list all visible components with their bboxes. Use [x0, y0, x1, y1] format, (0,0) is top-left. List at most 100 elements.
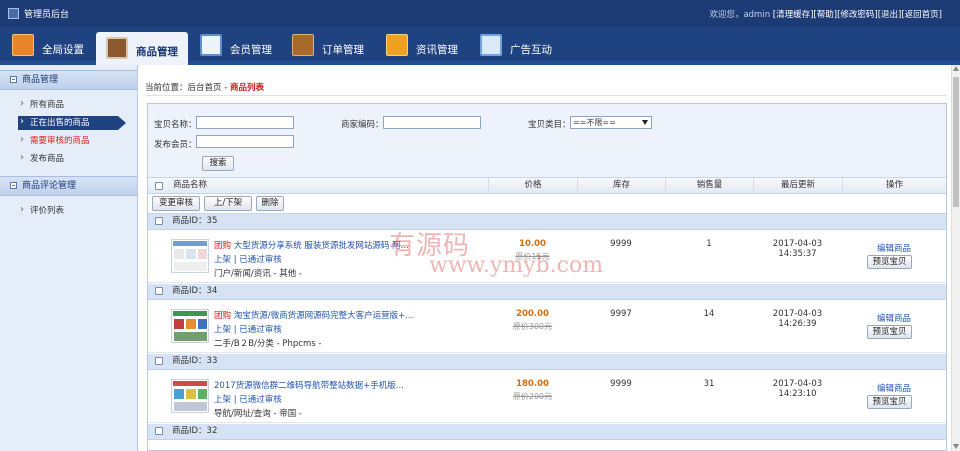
member-input[interactable] — [196, 135, 294, 148]
tab-global-settings[interactable]: 全局设置 — [12, 32, 92, 65]
toggle-shelf-button[interactable]: 上/下架 — [204, 196, 252, 211]
category-select[interactable]: ==不限== — [570, 116, 652, 129]
name-label: 宝贝名称： — [154, 120, 197, 130]
sidebar-item-reviews[interactable]: 评价列表 — [18, 203, 137, 218]
column-price[interactable]: 价格 — [488, 178, 577, 194]
main-content: 当前位置：后台首页 - 商品列表 宝贝名称： 商家编码： 宝贝类目： ==不限=… — [139, 65, 951, 451]
logo-icon — [8, 8, 19, 19]
edit-product-link[interactable]: 编辑商品 — [842, 382, 946, 394]
preview-product-button[interactable]: 预览宝贝 — [867, 395, 912, 409]
chevron-up-icon[interactable] — [953, 66, 959, 71]
divider — [145, 95, 947, 96]
search-form: 宝贝名称： 商家编码： 宝贝类目： ==不限== 发布会员： 搜索 — [148, 104, 946, 178]
select-all-checkbox[interactable] — [155, 182, 163, 190]
search-button[interactable]: 搜索 — [202, 156, 234, 171]
preview-product-button[interactable]: 预览宝贝 — [867, 255, 912, 269]
sidebar-group-comments[interactable]: 商品评论管理 — [0, 176, 137, 196]
original-price: 原价300元 — [512, 322, 553, 331]
tab-label: 广告互动 — [510, 44, 552, 56]
product-updated: 2017-04-03 14:23:10 — [772, 379, 823, 399]
main-nav: 全局设置 商品管理 会员管理 订单管理 资讯管理 广告互动 — [0, 27, 960, 69]
page-scrollbar[interactable] — [951, 65, 960, 451]
logout-link[interactable]: [退出] — [878, 10, 902, 20]
seller-code-label: 商家编码： — [341, 120, 384, 130]
help-link[interactable]: [帮助] — [813, 10, 837, 20]
product-sales: 1 — [706, 239, 712, 249]
news-icon — [386, 34, 408, 56]
sidebar-list: 所有商品 正在出售的商品 需要审核的商品 发布商品 — [0, 90, 137, 176]
table-header: 商品名称 价格 库存 销售量 最后更新 操作 — [148, 178, 946, 194]
product-status[interactable]: 上架 | 已通过审核 — [214, 323, 282, 335]
sidebar-group-title: 商品管理 — [22, 75, 59, 85]
column-sales[interactable]: 销售量 — [665, 178, 753, 194]
clear-cache-link[interactable]: [清理缓存] — [773, 10, 814, 20]
product-title-link[interactable]: 团购 大型货源分享系统 服装货源批发网站源码 阿... — [214, 239, 409, 251]
top-bar: 管理员后台 欢迎您，admin [清理缓存][帮助][修改密码][退出][返回首… — [0, 0, 960, 27]
product-status[interactable]: 上架 | 已通过审核 — [214, 393, 282, 405]
delete-button[interactable]: 删除 — [256, 196, 284, 211]
sidebar-item-on-sale[interactable]: 正在出售的商品 — [18, 115, 126, 130]
top-links: 欢迎您，admin [清理缓存][帮助][修改密码][退出][返回首页] — [709, 8, 942, 20]
list-icon — [480, 34, 502, 56]
row-checkbox[interactable] — [155, 217, 163, 225]
tab-news-management[interactable]: 资讯管理 — [386, 32, 466, 65]
product-name-input[interactable] — [196, 116, 294, 129]
tab-label: 会员管理 — [230, 44, 272, 56]
preview-product-button[interactable]: 预览宝贝 — [867, 325, 912, 339]
column-name[interactable]: 商品名称 — [168, 178, 488, 194]
brand: 管理员后台 — [8, 7, 69, 20]
tab-order-management[interactable]: 订单管理 — [292, 32, 372, 65]
edit-product-link[interactable]: 编辑商品 — [842, 312, 946, 324]
scrollbar-thumb[interactable] — [953, 77, 959, 207]
column-updated[interactable]: 最后更新 — [753, 178, 842, 194]
seller-code-input[interactable] — [383, 116, 481, 129]
product-title-link[interactable]: 2017货源微信群二维码导航带整站数据+手机版... — [214, 379, 404, 391]
sidebar: 商品管理 所有商品 正在出售的商品 需要审核的商品 发布商品 商品评论管理 评价… — [0, 65, 138, 451]
change-password-link[interactable]: [修改密码] — [837, 10, 878, 20]
table-row: 2017货源微信群二维码导航带整站数据+手机版... 上架 | 已通过审核 导航… — [148, 370, 946, 423]
product-id: 商品ID：32 — [172, 426, 218, 436]
product-updated: 2017-04-03 14:26:39 — [772, 309, 823, 329]
sidebar-item-publish[interactable]: 发布商品 — [18, 151, 137, 166]
column-stock[interactable]: 库存 — [577, 178, 665, 194]
sidebar-item-pending-review[interactable]: 需要审核的商品 — [18, 133, 137, 148]
table-row-header: 商品ID：34 — [148, 284, 946, 300]
sidebar-group-product[interactable]: 商品管理 — [0, 70, 137, 90]
table-row: 团购 淘宝货源/微商货源网源码完整大客户运营版+... 上架 | 已通过审核 二… — [148, 300, 946, 353]
row-checkbox[interactable] — [155, 357, 163, 365]
grid-icon — [106, 37, 128, 59]
sidebar-item-all-products[interactable]: 所有商品 — [18, 97, 137, 112]
tab-ad-interaction[interactable]: 广告互动 — [480, 32, 560, 65]
product-title[interactable]: 淘宝货源/微商货源网源码完整大客户运营版+... — [234, 311, 414, 321]
home-link[interactable]: [返回首页] — [901, 10, 942, 20]
tab-label: 商品管理 — [136, 46, 178, 58]
product-title-link[interactable]: 团购 淘宝货源/微商货源网源码完整大客户运营版+... — [214, 309, 413, 321]
product-thumbnail[interactable] — [171, 309, 209, 343]
breadcrumb-prefix: 当前位置：后台首页 - — [145, 83, 230, 93]
member-label: 发布会员： — [154, 140, 197, 150]
table-row-header: 商品ID：35 — [148, 214, 946, 230]
product-thumbnail[interactable] — [171, 239, 209, 273]
product-status[interactable]: 上架 | 已通过审核 — [214, 253, 282, 265]
tab-product-management[interactable]: 商品管理 — [96, 32, 188, 69]
product-title[interactable]: 大型货源分享系统 服装货源批发网站源码 阿... — [234, 241, 409, 251]
watermark-url: www.ymyb.com — [429, 253, 604, 278]
tab-label: 订单管理 — [322, 44, 364, 56]
product-title[interactable]: 2017货源微信群二维码导航带整站数据+手机版... — [214, 381, 404, 391]
edit-product-link[interactable]: 编辑商品 — [842, 242, 946, 254]
chevron-down-icon[interactable] — [953, 444, 959, 449]
table-row-header: 商品ID：32 — [148, 424, 946, 440]
original-price: 原价200元 — [512, 392, 553, 401]
row-checkbox[interactable] — [155, 427, 163, 435]
id-card-icon — [200, 34, 222, 56]
product-thumbnail[interactable] — [171, 379, 209, 413]
sidebar-group-title: 商品评论管理 — [22, 181, 77, 191]
row-checkbox[interactable] — [155, 287, 163, 295]
building-icon — [12, 34, 34, 56]
product-id: 商品ID：34 — [172, 286, 218, 296]
collapse-icon — [10, 76, 17, 83]
change-review-button[interactable]: 变更审核 — [152, 196, 200, 211]
product-price: 180.00 — [516, 379, 549, 389]
product-id: 商品ID：33 — [172, 356, 218, 366]
tab-member-management[interactable]: 会员管理 — [200, 32, 280, 65]
